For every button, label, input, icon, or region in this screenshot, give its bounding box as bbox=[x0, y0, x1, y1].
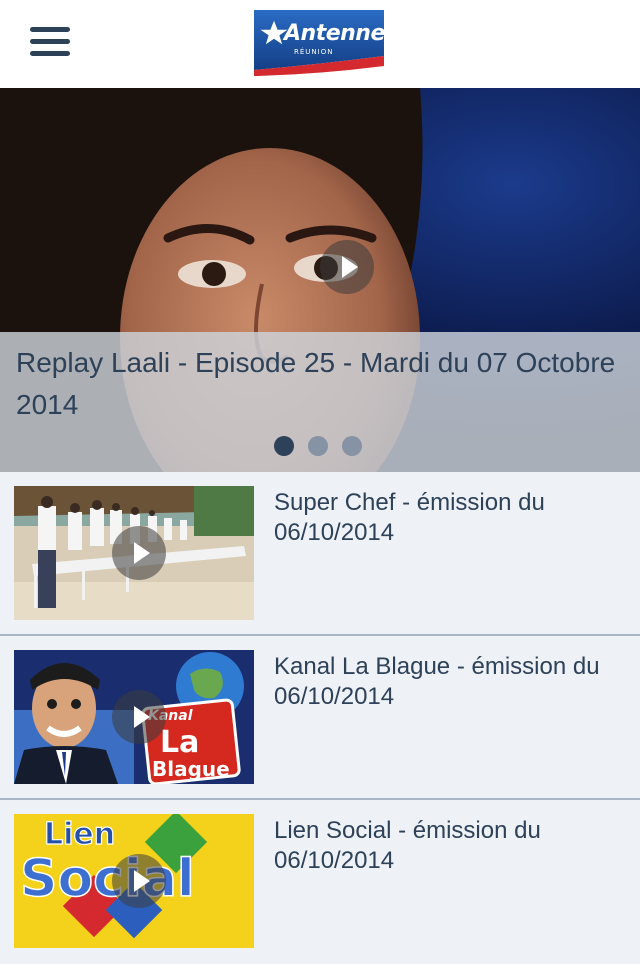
thumb-text-blague: Blague bbox=[152, 757, 230, 781]
carousel-dot-2[interactable] bbox=[308, 436, 328, 456]
play-button[interactable] bbox=[112, 854, 166, 908]
video-thumbnail[interactable]: Kanal La Blague bbox=[14, 650, 254, 784]
play-icon bbox=[134, 706, 150, 728]
video-thumbnail[interactable]: Lien Social bbox=[14, 814, 254, 948]
video-thumbnail[interactable] bbox=[14, 486, 254, 620]
logo-wordmark: Antenne bbox=[284, 21, 385, 46]
hero-title[interactable]: Replay Laali - Episode 25 - Mardi du 07 … bbox=[16, 342, 616, 426]
video-title[interactable]: Super Chef - émission du 06/10/2014 bbox=[274, 488, 614, 548]
hamburger-menu-icon[interactable] bbox=[28, 24, 72, 60]
video-list: Super Chef - émission du 06/10/2014 Kana… bbox=[0, 472, 640, 964]
play-icon bbox=[134, 542, 150, 564]
play-icon bbox=[342, 256, 358, 278]
video-list-item[interactable]: Lien Social Lien Social - émission du 06… bbox=[0, 800, 640, 964]
hero-play-button[interactable] bbox=[320, 240, 374, 294]
play-icon bbox=[134, 870, 150, 892]
hero-caption: Replay Laali - Episode 25 - Mardi du 07 … bbox=[0, 332, 640, 472]
thumb-text-lien: Lien bbox=[44, 817, 115, 852]
carousel-dot-3[interactable] bbox=[342, 436, 362, 456]
thumb-text-social: Social bbox=[20, 849, 195, 909]
video-title[interactable]: Lien Social - émission du 06/10/2014 bbox=[274, 816, 614, 876]
play-button[interactable] bbox=[112, 526, 166, 580]
antenne-reunion-logo[interactable]: Antenne RÉUNION bbox=[252, 8, 386, 76]
video-list-item[interactable]: Kanal La Blague Kanal La Blague - émissi… bbox=[0, 636, 640, 800]
featured-video-carousel[interactable]: Replay Laali - Episode 25 - Mardi du 07 … bbox=[0, 88, 640, 472]
play-button[interactable] bbox=[112, 690, 166, 744]
video-list-item[interactable]: Super Chef - émission du 06/10/2014 bbox=[0, 472, 640, 636]
app-header: Antenne RÉUNION bbox=[0, 0, 640, 88]
video-title[interactable]: Kanal La Blague - émission du 06/10/2014 bbox=[274, 652, 614, 712]
carousel-dot-1[interactable] bbox=[274, 436, 294, 456]
logo-subtext: RÉUNION bbox=[294, 48, 334, 56]
